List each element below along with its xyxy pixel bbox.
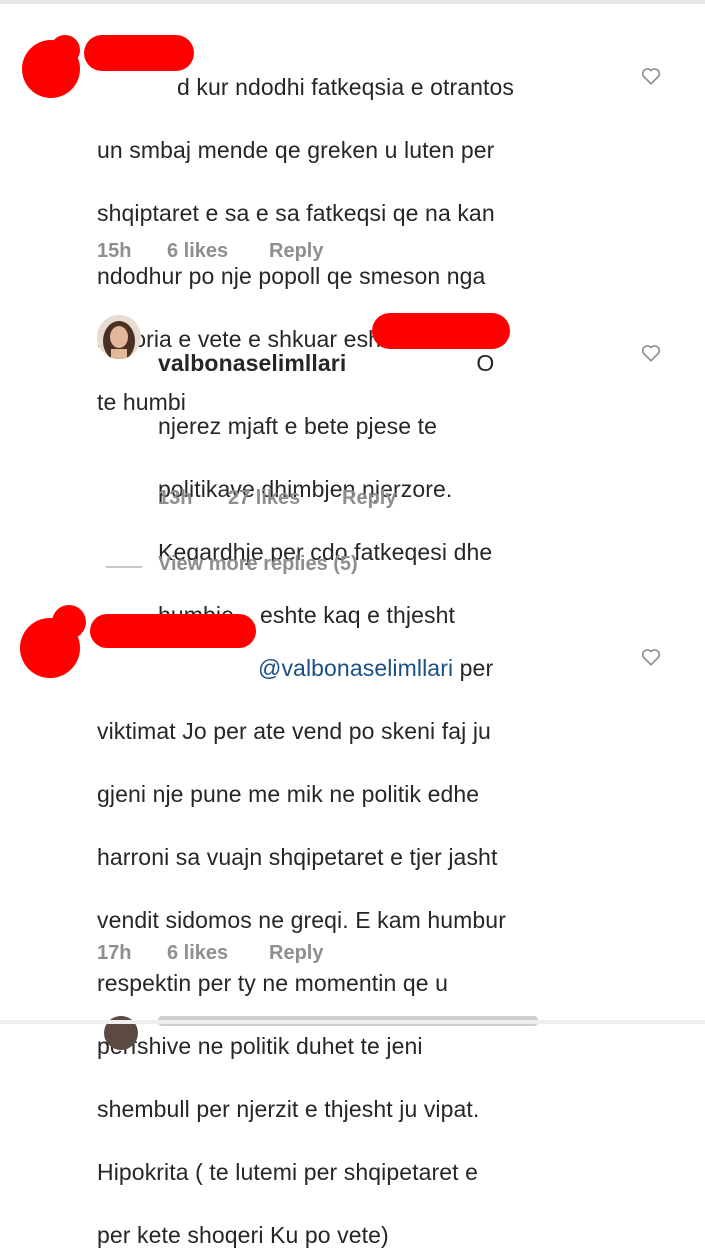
username[interactable]: valbonaselimllari	[158, 350, 346, 376]
line: vendit sidomos ne greqi. E kam humbur	[97, 906, 506, 933]
likes-count[interactable]: 6 likes	[167, 240, 228, 263]
line: ndodhur po nje popoll qe smeson nga	[97, 262, 486, 289]
reply-button[interactable]: Reply	[269, 240, 323, 263]
line: Hipokrita ( te lutemi per shqipetaret e	[97, 1158, 479, 1185]
heart-outline-icon[interactable]	[640, 65, 662, 87]
line: un smbaj mende qe greken u luten per	[97, 136, 495, 163]
line: respektin per ty ne momentin qe u	[97, 969, 449, 996]
bottom-divider	[0, 1020, 705, 1024]
view-more-label[interactable]: View more replies (5)	[158, 553, 358, 576]
heart-outline-icon[interactable]	[640, 646, 662, 668]
line: shembull per njerzit e thjesht ju vipat.	[97, 1095, 480, 1122]
line: viktimat Jo per ate vend po skeni faj ju	[97, 717, 491, 744]
line: politikave dhimbjen njerzore.	[158, 475, 453, 502]
mention-link[interactable]: @valbonaselimllari	[258, 655, 453, 681]
line: per kete shoqeri Ku po vete)	[97, 1221, 389, 1248]
reply-button[interactable]: Reply	[269, 942, 323, 965]
text-tail: per	[453, 654, 494, 681]
comment-3-text: @valbonaselimllari per viktimat Jo per a…	[97, 621, 617, 1251]
comment-2-text: valbonaselimllari O njerez mjaft e bete p…	[158, 316, 618, 631]
heart-outline-icon[interactable]	[640, 342, 662, 364]
profile-photo-icon	[97, 315, 141, 359]
text-tail: O	[476, 349, 495, 376]
avatar[interactable]	[97, 315, 141, 359]
top-divider	[0, 0, 705, 4]
line: harroni sa vuajn shqipetaret e tjer jash…	[97, 843, 498, 870]
redaction-avatar-top	[50, 35, 80, 65]
reply-button[interactable]: Reply	[342, 487, 396, 510]
line: gjeni nje pune me mik ne politik edhe	[97, 780, 480, 807]
redaction-avatar-top	[52, 605, 86, 639]
redaction-mention	[372, 313, 510, 349]
line: njerez mjaft e bete pjese te	[158, 412, 437, 439]
timestamp[interactable]: 13h	[158, 487, 192, 510]
likes-count[interactable]: 6 likes	[167, 942, 228, 965]
line: perfshive ne politik duhet te jeni	[97, 1032, 423, 1059]
line: shqiptaret e sa e sa fatkeqsi qe na kan	[97, 199, 495, 226]
timestamp[interactable]: 15h	[97, 240, 131, 263]
likes-count[interactable]: 27 likes	[228, 487, 300, 510]
divider-line	[106, 566, 142, 568]
line: d kur ndodhi fatkeqsia e otrantos	[177, 73, 515, 100]
timestamp[interactable]: 17h	[97, 942, 131, 965]
